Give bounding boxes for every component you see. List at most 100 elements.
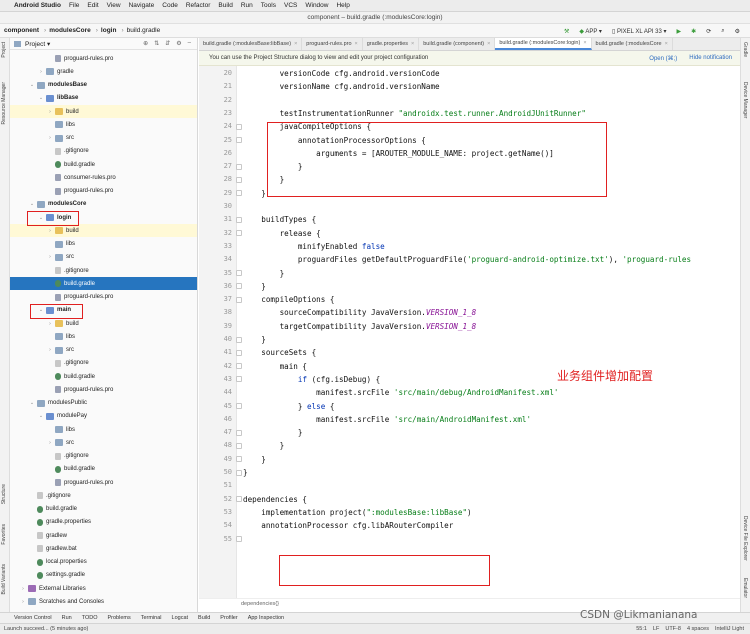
tree-item[interactable]: › build (10, 224, 197, 238)
tab-build-gradle-libbase[interactable]: build.gradle (:modulesBase:libBase) × (199, 38, 303, 50)
fold-marker-icon[interactable] (236, 283, 242, 290)
status-message[interactable]: Launch succeed... (5 minutes ago) (4, 626, 88, 632)
close-icon[interactable]: × (665, 41, 668, 47)
debug-icon[interactable]: ✱ (691, 28, 696, 35)
tree-item[interactable]: › src (10, 344, 197, 357)
chevron-right-icon[interactable]: › (20, 599, 26, 605)
menu-file[interactable]: File (69, 2, 79, 9)
fold-marker-icon[interactable] (236, 123, 242, 130)
chevron-right-icon[interactable]: › (47, 109, 53, 115)
tree-item[interactable]: .gitignore (10, 145, 197, 158)
tree-item[interactable]: build.gradle (10, 277, 197, 291)
fold-marker-icon[interactable] (236, 296, 242, 303)
tool-tab-emulator[interactable]: Emulator (742, 578, 748, 598)
tree-item[interactable]: ⌄ modulesPublic (10, 397, 197, 410)
code-line[interactable]: sourceSets { (243, 346, 316, 359)
chevron-down-icon[interactable]: ⌄ (38, 413, 44, 419)
close-icon[interactable]: × (355, 41, 358, 47)
chevron-right-icon[interactable]: › (47, 135, 53, 141)
tool-build[interactable]: Build (198, 615, 210, 621)
tree-item[interactable]: proguard-rules.pro (10, 52, 197, 65)
close-icon[interactable]: × (411, 41, 414, 47)
tool-tab-device-file-explorer[interactable]: Device File Explorer (742, 516, 748, 561)
fold-marker-icon[interactable] (236, 270, 242, 276)
breadcrumb-file[interactable]: build.gradle (127, 27, 161, 34)
code-line[interactable]: minifyEnabled false (243, 240, 385, 253)
tree-item[interactable]: settings.gradle (10, 569, 197, 582)
menu-help[interactable]: Help (336, 2, 349, 9)
tree-item[interactable]: .gitignore (10, 264, 197, 277)
tree-item[interactable]: › Scratches and Consoles (10, 595, 197, 608)
tree-item[interactable]: gradlew.bat (10, 542, 197, 555)
collapse-icon[interactable]: ⇵ (165, 40, 170, 47)
editor-breadcrumb[interactable]: dependencies{} (199, 598, 740, 608)
menu-refactor[interactable]: Refactor (186, 2, 211, 9)
fold-marker-icon[interactable] (236, 137, 242, 143)
code-line[interactable]: targetCompatibility JavaVersion.VERSION_… (243, 320, 477, 333)
tree-item[interactable]: consumer-rules.pro (10, 171, 197, 184)
menu-vcs[interactable]: VCS (284, 2, 297, 9)
code-line[interactable]: main { (243, 360, 307, 373)
tree-item[interactable]: gradle.properties (10, 516, 197, 529)
tree-item[interactable]: .gitignore (10, 450, 197, 463)
tool-tab-structure[interactable]: Structure (1, 484, 7, 504)
run-config-select[interactable]: ◆ APP ▾ (579, 28, 602, 35)
tree-item[interactable]: libs (10, 423, 197, 436)
chevron-right-icon[interactable]: › (47, 321, 53, 327)
code-line[interactable]: } (243, 187, 266, 200)
code-line[interactable]: } (243, 453, 266, 466)
tree-item[interactable]: ⌄ libBase (10, 92, 197, 105)
code-line[interactable]: } (243, 333, 266, 346)
locate-icon[interactable]: ⊕ (143, 40, 148, 47)
fold-marker-icon[interactable] (236, 442, 242, 449)
code-line[interactable]: manifest.srcFile 'src/main/debug/Android… (243, 386, 558, 399)
tool-tab-build-variants[interactable]: Build Variants (1, 564, 7, 594)
breadcrumb-module[interactable]: login (101, 27, 117, 34)
chevron-down-icon[interactable]: ⌄ (38, 95, 44, 101)
tab-gradle-properties[interactable]: gradle.properties × (363, 38, 420, 50)
code-line[interactable]: } else { (243, 400, 335, 413)
chevron-right-icon[interactable]: › (38, 69, 44, 75)
tool-tab-gradle[interactable]: Gradle (742, 42, 748, 57)
code-line[interactable]: } (243, 439, 285, 452)
tree-item[interactable]: › build (10, 105, 197, 118)
fold-marker-icon[interactable] (236, 349, 242, 356)
fold-marker-icon[interactable] (236, 190, 242, 197)
tool-run[interactable]: Run (62, 615, 72, 621)
hide-notification-link[interactable]: Hide notification (689, 55, 732, 62)
fold-marker-icon[interactable] (236, 536, 242, 542)
close-icon[interactable]: × (583, 40, 586, 46)
minimize-icon[interactable]: – (188, 40, 191, 47)
fold-marker-icon[interactable] (236, 496, 242, 503)
tree-item[interactable]: › gradle (10, 65, 197, 78)
fold-marker-icon[interactable] (236, 376, 242, 383)
code-line[interactable]: proguardFiles getDefaultProguardFile('pr… (243, 253, 691, 266)
fold-marker-icon[interactable] (236, 403, 242, 409)
tree-item[interactable]: .gitignore (10, 489, 197, 502)
menu-code[interactable]: Code (162, 2, 178, 9)
tree-item[interactable]: › src (10, 436, 197, 449)
run-icon[interactable]: ▶ (677, 28, 682, 35)
fold-marker-icon[interactable] (236, 456, 242, 463)
file-encoding[interactable]: UTF-8 (665, 626, 681, 632)
tree-item[interactable]: build.gradle (10, 158, 197, 171)
fold-marker-icon[interactable] (236, 336, 242, 343)
code-line[interactable]: sourceCompatibility JavaVersion.VERSION_… (243, 306, 477, 319)
chevron-right-icon[interactable]: › (47, 440, 53, 446)
code-line[interactable]: versionCode cfg.android.versionCode (243, 67, 440, 80)
tree-item[interactable]: ⌄ modulesCore (10, 198, 197, 211)
tool-terminal[interactable]: Terminal (141, 615, 162, 621)
cursor-position[interactable]: 55:1 (636, 626, 647, 632)
tree-item[interactable]: build.gradle (10, 503, 197, 516)
tree-item[interactable]: .gitignore (10, 357, 197, 370)
chevron-down-icon[interactable]: ⌄ (29, 82, 35, 88)
chevron-down-icon[interactable]: ⌄ (29, 201, 35, 207)
menu-tools[interactable]: Tools (261, 2, 276, 9)
tool-tab-device-manager[interactable]: Device Manager (742, 82, 748, 118)
tab-build-gradle-login[interactable]: build.gradle (:modulesCore:login) × (495, 38, 592, 50)
code-line[interactable]: manifest.srcFile 'src/main/AndroidManife… (243, 413, 531, 426)
expand-icon[interactable]: ⇅ (154, 40, 159, 47)
tree-item[interactable]: proguard-rules.pro (10, 185, 197, 198)
fold-marker-icon[interactable] (236, 363, 242, 370)
project-view-select[interactable]: Project ▾ (25, 40, 50, 48)
